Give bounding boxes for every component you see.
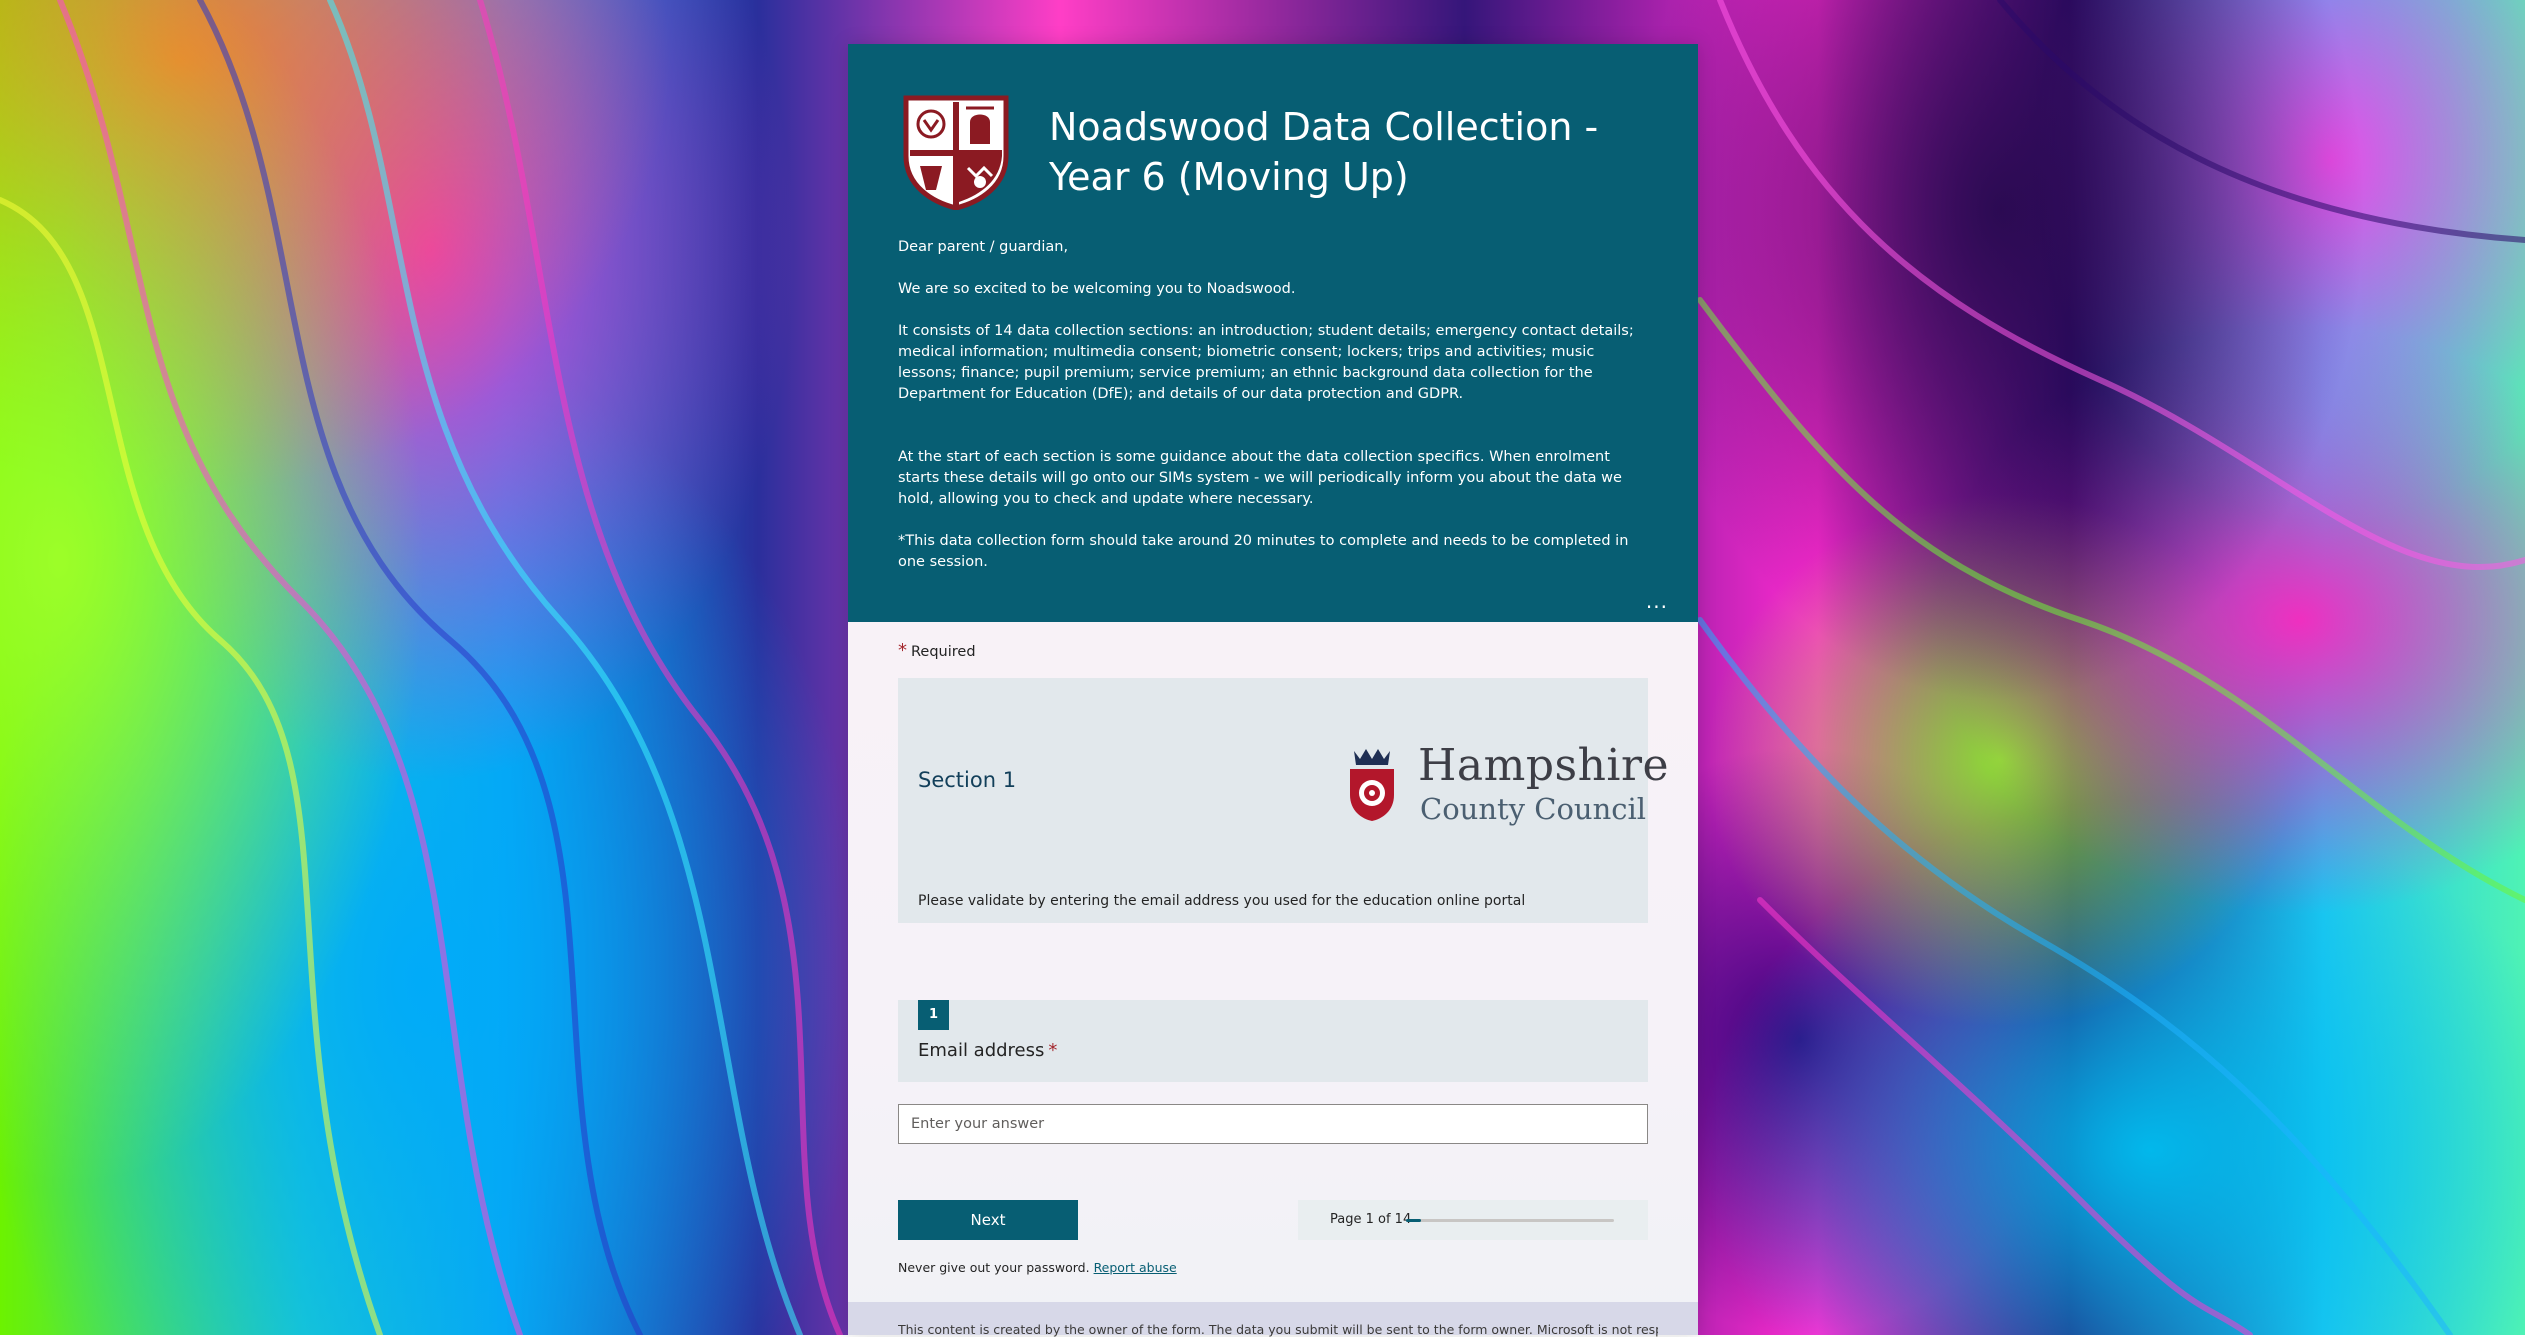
page-indicator: Page 1 of 14 xyxy=(1330,1212,1412,1227)
intro-greeting: Dear parent / guardian, xyxy=(898,239,1069,255)
progress-bar-track xyxy=(1406,1219,1614,1222)
section-header-card: Section 1 Hampshire County Council Pleas… xyxy=(898,678,1669,923)
form-title: Noadswood Data Collection - Year 6 (Movi… xyxy=(1049,105,1599,199)
question-number-badge: 1 xyxy=(918,1000,949,1030)
intro-guidance: At the start of each section is some gui… xyxy=(898,449,1622,507)
intro-welcome: We are so excited to be welcoming you to… xyxy=(898,281,1296,297)
email-answer-input[interactable] xyxy=(898,1104,1648,1144)
hcc-logo-text-hampshire: Hampshire xyxy=(1418,740,1670,791)
question-label: Email address * xyxy=(918,1040,1057,1061)
noadswood-crest-logo xyxy=(903,95,1009,210)
form-body: * Required Section 1 Hampshire County Cou… xyxy=(848,622,1698,1312)
form-card: Noadswood Data Collection - Year 6 (Movi… xyxy=(848,44,1698,1337)
hcc-logo-text-county-council: County Council xyxy=(1420,792,1647,826)
form-footer: This content is created by the owner of … xyxy=(848,1302,1698,1337)
required-star: * xyxy=(898,640,907,661)
question-email: 1 Email address * xyxy=(898,1000,1648,1082)
section-description: Please validate by entering the email ad… xyxy=(918,893,1526,909)
intro-sections: It consists of 14 data collection sectio… xyxy=(898,323,1634,402)
progress-bar-fill xyxy=(1406,1219,1421,1222)
question-required-star: * xyxy=(1048,1040,1058,1061)
section-title: Section 1 xyxy=(918,768,1017,792)
page-progress: Page 1 of 14 xyxy=(1298,1200,1648,1240)
form-introduction: Dear parent / guardian, We are so excite… xyxy=(898,237,1648,594)
form-header: Noadswood Data Collection - Year 6 (Movi… xyxy=(848,44,1698,622)
report-abuse-link[interactable]: Report abuse xyxy=(1094,1260,1177,1275)
password-warning: Never give out your password. Report abus… xyxy=(898,1260,1177,1275)
next-button[interactable]: Next xyxy=(898,1200,1078,1240)
question-label-text: Email address xyxy=(918,1040,1045,1061)
more-options-icon[interactable]: ... xyxy=(1646,591,1668,611)
required-note: * Required xyxy=(898,640,976,661)
password-warning-text: Never give out your password. xyxy=(898,1260,1090,1275)
intro-duration: *This data collection form should take a… xyxy=(898,533,1629,570)
required-label: Required xyxy=(911,644,976,660)
